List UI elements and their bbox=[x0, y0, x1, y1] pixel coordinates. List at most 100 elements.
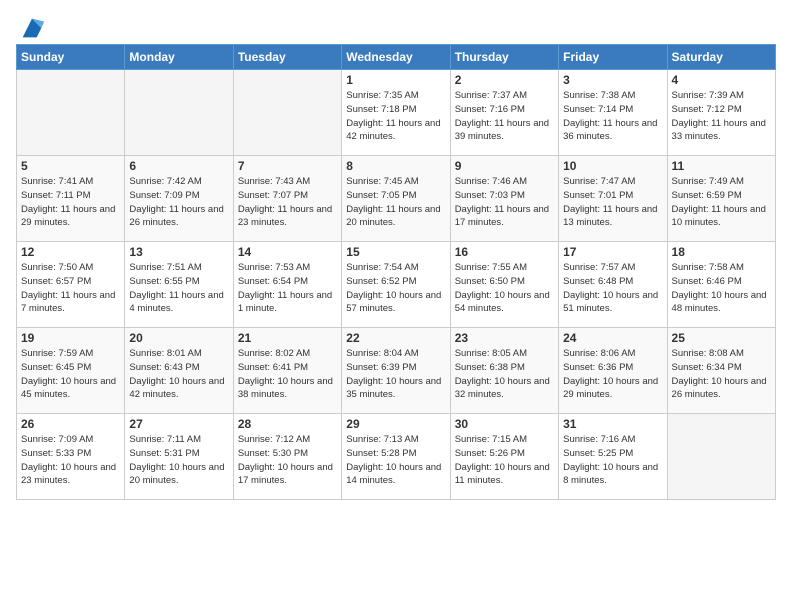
calendar-cell: 6Sunrise: 7:42 AMSunset: 7:09 PMDaylight… bbox=[125, 156, 233, 242]
day-number: 9 bbox=[455, 159, 554, 173]
day-number: 3 bbox=[563, 73, 662, 87]
day-number: 15 bbox=[346, 245, 445, 259]
weekday-header-tuesday: Tuesday bbox=[233, 45, 341, 70]
page: SundayMondayTuesdayWednesdayThursdayFrid… bbox=[0, 0, 792, 510]
day-info: Sunrise: 7:11 AMSunset: 5:31 PMDaylight:… bbox=[129, 433, 228, 488]
logo bbox=[16, 14, 46, 36]
week-row-1: 1 Sunrise: 7:35 AMSunset: 7:18 PMDaylight… bbox=[17, 70, 776, 156]
day-info: Sunrise: 7:15 AMSunset: 5:26 PMDaylight:… bbox=[455, 433, 554, 488]
day-number: 22 bbox=[346, 331, 445, 345]
day-info: Sunrise: 7:57 AMSunset: 6:48 PMDaylight:… bbox=[563, 261, 662, 316]
day-number: 30 bbox=[455, 417, 554, 431]
calendar-cell: 9 Sunrise: 7:46 AMSunset: 7:03 PMDaylight… bbox=[450, 156, 558, 242]
day-number: 18 bbox=[672, 245, 771, 259]
calendar-cell: 3 Sunrise: 7:38 AMSunset: 7:14 PMDaylight… bbox=[559, 70, 667, 156]
day-number: 8 bbox=[346, 159, 445, 173]
week-row-5: 26Sunrise: 7:09 AMSunset: 5:33 PMDayligh… bbox=[17, 414, 776, 500]
day-info: Sunrise: 7:35 AMSunset: 7:18 PMDaylight:… bbox=[346, 89, 445, 144]
day-info: Sunrise: 7:09 AMSunset: 5:33 PMDaylight:… bbox=[21, 433, 120, 488]
week-row-2: 5 Sunrise: 7:41 AMSunset: 7:11 PMDaylight… bbox=[17, 156, 776, 242]
day-info: Sunrise: 7:43 AMSunset: 7:07 PMDaylight:… bbox=[238, 175, 337, 230]
day-info: Sunrise: 7:12 AMSunset: 5:30 PMDaylight:… bbox=[238, 433, 337, 488]
calendar-cell: 23Sunrise: 8:05 AMSunset: 6:38 PMDayligh… bbox=[450, 328, 558, 414]
calendar-cell: 18 Sunrise: 7:58 AMSunset: 6:46 PMDayligh… bbox=[667, 242, 775, 328]
calendar-cell: 15Sunrise: 7:54 AMSunset: 6:52 PMDayligh… bbox=[342, 242, 450, 328]
calendar-cell: 29 Sunrise: 7:13 AMSunset: 5:28 PMDayligh… bbox=[342, 414, 450, 500]
calendar-cell: 19Sunrise: 7:59 AMSunset: 6:45 PMDayligh… bbox=[17, 328, 125, 414]
calendar-cell bbox=[233, 70, 341, 156]
calendar-cell: 28 Sunrise: 7:12 AMSunset: 5:30 PMDayligh… bbox=[233, 414, 341, 500]
calendar-cell bbox=[17, 70, 125, 156]
day-info: Sunrise: 8:08 AMSunset: 6:34 PMDaylight:… bbox=[672, 347, 771, 402]
calendar-cell: 31 Sunrise: 7:16 AMSunset: 5:25 PMDayligh… bbox=[559, 414, 667, 500]
calendar-cell: 5 Sunrise: 7:41 AMSunset: 7:11 PMDaylight… bbox=[17, 156, 125, 242]
header-row: SundayMondayTuesdayWednesdayThursdayFrid… bbox=[17, 45, 776, 70]
week-row-4: 19Sunrise: 7:59 AMSunset: 6:45 PMDayligh… bbox=[17, 328, 776, 414]
day-number: 4 bbox=[672, 73, 771, 87]
day-number: 29 bbox=[346, 417, 445, 431]
day-number: 11 bbox=[672, 159, 771, 173]
calendar-table: SundayMondayTuesdayWednesdayThursdayFrid… bbox=[16, 44, 776, 500]
day-number: 13 bbox=[129, 245, 228, 259]
calendar-cell: 26Sunrise: 7:09 AMSunset: 5:33 PMDayligh… bbox=[17, 414, 125, 500]
calendar-cell: 24 Sunrise: 8:06 AMSunset: 6:36 PMDayligh… bbox=[559, 328, 667, 414]
calendar-cell bbox=[125, 70, 233, 156]
calendar-cell: 13 Sunrise: 7:51 AMSunset: 6:55 PMDayligh… bbox=[125, 242, 233, 328]
day-number: 12 bbox=[21, 245, 120, 259]
weekday-header-friday: Friday bbox=[559, 45, 667, 70]
logo-icon bbox=[18, 14, 46, 42]
calendar-cell: 14Sunrise: 7:53 AMSunset: 6:54 PMDayligh… bbox=[233, 242, 341, 328]
day-info: Sunrise: 7:16 AMSunset: 5:25 PMDaylight:… bbox=[563, 433, 662, 488]
weekday-header-monday: Monday bbox=[125, 45, 233, 70]
day-info: Sunrise: 7:38 AMSunset: 7:14 PMDaylight:… bbox=[563, 89, 662, 144]
calendar-cell: 1 Sunrise: 7:35 AMSunset: 7:18 PMDaylight… bbox=[342, 70, 450, 156]
day-info: Sunrise: 8:01 AMSunset: 6:43 PMDaylight:… bbox=[129, 347, 228, 402]
calendar-cell: 4 Sunrise: 7:39 AMSunset: 7:12 PMDaylight… bbox=[667, 70, 775, 156]
day-info: Sunrise: 8:02 AMSunset: 6:41 PMDaylight:… bbox=[238, 347, 337, 402]
day-number: 24 bbox=[563, 331, 662, 345]
day-info: Sunrise: 8:05 AMSunset: 6:38 PMDaylight:… bbox=[455, 347, 554, 402]
day-number: 5 bbox=[21, 159, 120, 173]
day-number: 27 bbox=[129, 417, 228, 431]
day-number: 31 bbox=[563, 417, 662, 431]
day-info: Sunrise: 7:51 AMSunset: 6:55 PMDaylight:… bbox=[129, 261, 228, 316]
calendar-cell: 20 Sunrise: 8:01 AMSunset: 6:43 PMDayligh… bbox=[125, 328, 233, 414]
calendar-cell: 7 Sunrise: 7:43 AMSunset: 7:07 PMDaylight… bbox=[233, 156, 341, 242]
weekday-header-saturday: Saturday bbox=[667, 45, 775, 70]
day-info: Sunrise: 7:45 AMSunset: 7:05 PMDaylight:… bbox=[346, 175, 445, 230]
calendar-cell: 17 Sunrise: 7:57 AMSunset: 6:48 PMDayligh… bbox=[559, 242, 667, 328]
day-number: 2 bbox=[455, 73, 554, 87]
calendar-cell: 10Sunrise: 7:47 AMSunset: 7:01 PMDayligh… bbox=[559, 156, 667, 242]
calendar-cell: 11Sunrise: 7:49 AMSunset: 6:59 PMDayligh… bbox=[667, 156, 775, 242]
calendar-cell: 25Sunrise: 8:08 AMSunset: 6:34 PMDayligh… bbox=[667, 328, 775, 414]
weekday-header-thursday: Thursday bbox=[450, 45, 558, 70]
week-row-3: 12Sunrise: 7:50 AMSunset: 6:57 PMDayligh… bbox=[17, 242, 776, 328]
header bbox=[16, 10, 776, 36]
day-number: 1 bbox=[346, 73, 445, 87]
calendar-cell: 21Sunrise: 8:02 AMSunset: 6:41 PMDayligh… bbox=[233, 328, 341, 414]
calendar-cell: 27 Sunrise: 7:11 AMSunset: 5:31 PMDayligh… bbox=[125, 414, 233, 500]
day-number: 28 bbox=[238, 417, 337, 431]
weekday-header-sunday: Sunday bbox=[17, 45, 125, 70]
calendar-cell: 30 Sunrise: 7:15 AMSunset: 5:26 PMDayligh… bbox=[450, 414, 558, 500]
calendar-cell: 2 Sunrise: 7:37 AMSunset: 7:16 PMDaylight… bbox=[450, 70, 558, 156]
day-info: Sunrise: 7:47 AMSunset: 7:01 PMDaylight:… bbox=[563, 175, 662, 230]
day-info: Sunrise: 7:13 AMSunset: 5:28 PMDaylight:… bbox=[346, 433, 445, 488]
day-info: Sunrise: 7:41 AMSunset: 7:11 PMDaylight:… bbox=[21, 175, 120, 230]
day-info: Sunrise: 7:58 AMSunset: 6:46 PMDaylight:… bbox=[672, 261, 771, 316]
day-number: 7 bbox=[238, 159, 337, 173]
day-info: Sunrise: 7:39 AMSunset: 7:12 PMDaylight:… bbox=[672, 89, 771, 144]
day-info: Sunrise: 7:42 AMSunset: 7:09 PMDaylight:… bbox=[129, 175, 228, 230]
day-info: Sunrise: 7:37 AMSunset: 7:16 PMDaylight:… bbox=[455, 89, 554, 144]
day-info: Sunrise: 8:06 AMSunset: 6:36 PMDaylight:… bbox=[563, 347, 662, 402]
day-info: Sunrise: 7:55 AMSunset: 6:50 PMDaylight:… bbox=[455, 261, 554, 316]
calendar-cell: 22 Sunrise: 8:04 AMSunset: 6:39 PMDayligh… bbox=[342, 328, 450, 414]
calendar-cell: 8 Sunrise: 7:45 AMSunset: 7:05 PMDaylight… bbox=[342, 156, 450, 242]
day-number: 20 bbox=[129, 331, 228, 345]
calendar-cell: 16Sunrise: 7:55 AMSunset: 6:50 PMDayligh… bbox=[450, 242, 558, 328]
calendar-cell bbox=[667, 414, 775, 500]
day-info: Sunrise: 8:04 AMSunset: 6:39 PMDaylight:… bbox=[346, 347, 445, 402]
day-number: 19 bbox=[21, 331, 120, 345]
day-info: Sunrise: 7:46 AMSunset: 7:03 PMDaylight:… bbox=[455, 175, 554, 230]
day-number: 17 bbox=[563, 245, 662, 259]
